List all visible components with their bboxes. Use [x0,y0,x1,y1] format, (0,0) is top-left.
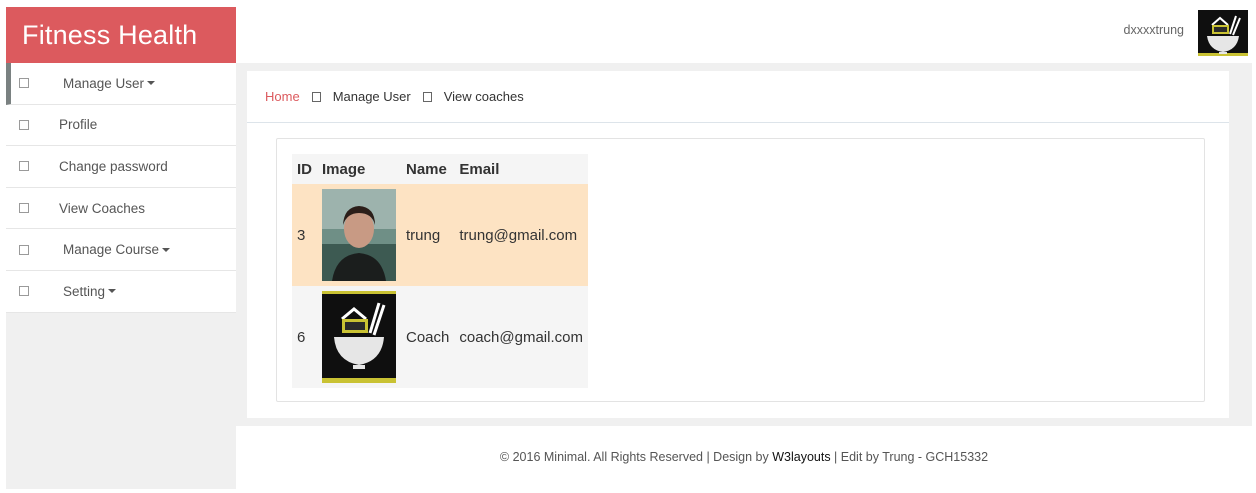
list-icon [19,203,29,214]
sidebar-menu: Manage User Profile Change password View… [6,63,236,313]
caret-down-icon [147,81,156,86]
profile-icon [19,119,29,130]
footer-text: © 2016 Minimal. All Rights Reserved | De… [499,450,773,464]
bowl-logo-icon [1207,15,1241,54]
lock-icon [19,161,29,172]
sidebar-item-label: Change password [59,158,168,174]
column-header-name: Name [401,154,455,184]
cell-email: trung@gmail.com [454,184,588,286]
coach-photo [322,189,396,281]
main-content: Home Manage User View coaches ID Image N… [247,71,1229,418]
coaches-panel: ID Image Name Email 3 trung trung@gmail.… [276,138,1205,402]
sidebar-item-label: Profile [59,117,98,133]
sidebar: Fitness Health Manage User Profile Chang… [6,7,236,489]
table-header-row: ID Image Name Email [292,154,588,184]
sidebar-item-manage-course[interactable]: Manage Course [6,229,236,271]
cell-image [317,286,401,388]
gear-icon [19,286,29,297]
content-area: ID Image Name Email 3 trung trung@gmail.… [247,123,1229,418]
footer-text-end: | Edit by Trung - GCH15332 [830,450,989,464]
sidebar-item-change-password[interactable]: Change password [6,146,236,188]
caret-down-icon [162,247,171,252]
brand-title[interactable]: Fitness Health [6,7,236,63]
table-row[interactable]: 6 Coach coach@gmail.com [292,286,588,388]
column-header-id: ID [292,154,317,184]
sidebar-item-label: View Coaches [59,200,146,216]
book-icon [19,244,29,255]
cell-name: trung [401,184,455,286]
breadcrumb-manage-user[interactable]: Manage User [333,89,411,104]
coach-logo-image [322,291,396,383]
cell-id: 6 [292,286,317,388]
top-header: dxxxxtrung [236,7,1252,63]
breadcrumb-home[interactable]: Home [265,89,300,104]
sidebar-item-manage-user[interactable]: Manage User [6,63,236,105]
sidebar-item-label: Manage Course [63,242,171,257]
sidebar-item-label: Manage User [63,76,156,91]
table-row[interactable]: 3 trung trung@gmail.com [292,184,588,286]
breadcrumb-separator-icon [422,91,432,102]
breadcrumb: Home Manage User View coaches [247,71,1229,123]
sidebar-item-profile[interactable]: Profile [6,105,236,147]
sidebar-item-label: Setting [63,284,117,299]
footer: © 2016 Minimal. All Rights Reserved | De… [236,426,1252,489]
users-icon [19,78,29,89]
breadcrumb-separator-icon [311,91,321,102]
footer-link-w3layouts[interactable]: W3layouts [772,450,830,464]
coaches-table: ID Image Name Email 3 trung trung@gmail.… [292,154,588,388]
column-header-email: Email [454,154,588,184]
cell-email: coach@gmail.com [454,286,588,388]
username-label[interactable]: dxxxxtrung [1124,23,1184,37]
breadcrumb-view-coaches: View coaches [443,89,524,104]
caret-down-icon [108,289,117,294]
cell-name: Coach [401,286,455,388]
column-header-image: Image [317,154,401,184]
cell-image [317,184,401,286]
user-avatar[interactable] [1198,10,1248,56]
sidebar-item-setting[interactable]: Setting [6,271,236,313]
sidebar-item-view-coaches[interactable]: View Coaches [6,188,236,230]
cell-id: 3 [292,184,317,286]
